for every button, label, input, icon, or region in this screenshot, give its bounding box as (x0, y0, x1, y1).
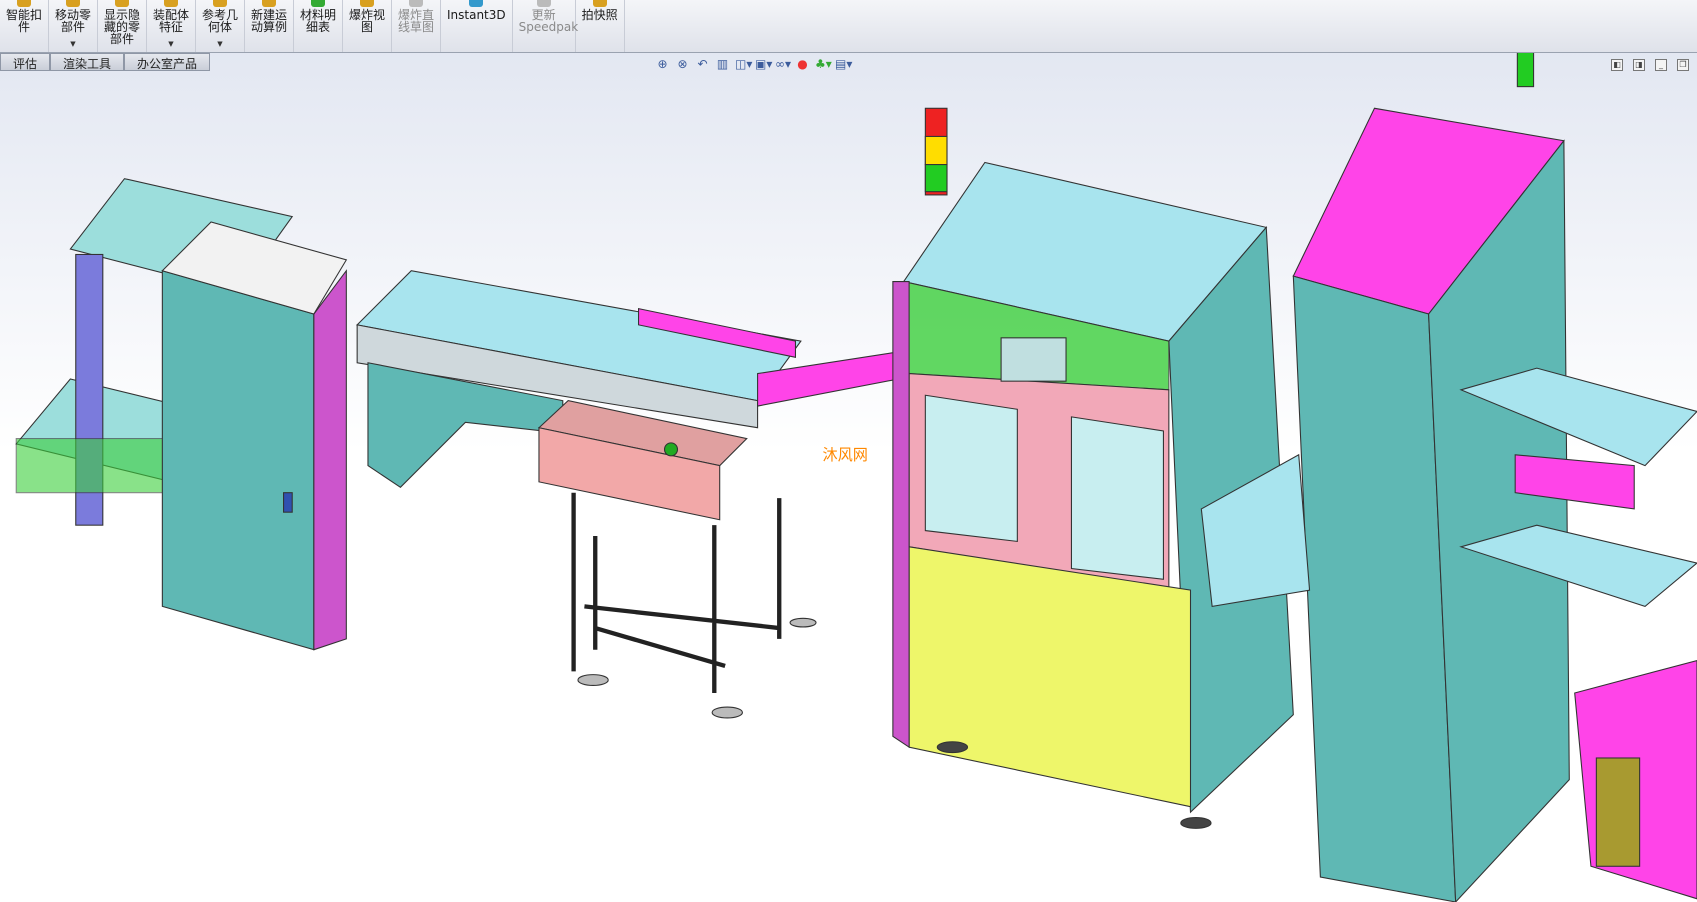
smart-fasteners-button[interactable]: 智能扣件 (0, 0, 49, 52)
edit-appearance-icon[interactable]: ● (795, 57, 810, 72)
section-view-icon[interactable]: ▥ (715, 57, 730, 72)
move-component-icon (66, 0, 80, 7)
smart-fasteners-icon (17, 0, 31, 7)
exploded-view-button[interactable]: 爆炸视图 (343, 0, 392, 52)
previous-view-icon[interactable]: ↶ (695, 57, 710, 72)
snapshot-icon (592, 0, 607, 7)
chevron-down-icon[interactable]: ▼ (70, 38, 75, 50)
tab-render-tools[interactable]: 渲染工具 (50, 53, 125, 71)
instant3d-icon (469, 0, 484, 7)
chevron-down-icon[interactable]: ▼ (217, 38, 222, 50)
bill-of-materials-button[interactable]: 材料明细表 (294, 0, 343, 52)
tile-horizontal-icon[interactable]: ◧ (1611, 59, 1623, 71)
update-speedpak-button[interactable]: 更新Speedpak (513, 0, 578, 52)
motion-study-icon (262, 0, 276, 7)
move-component-button[interactable]: 移动零部件 ▼ (49, 0, 98, 52)
restore-icon[interactable]: ❐ (1677, 59, 1689, 71)
reference-geometry-icon (213, 0, 227, 7)
apply-scene-icon[interactable]: ♣▾ (815, 57, 832, 72)
show-hidden-components-button[interactable]: 显示隐藏的零部件 (98, 0, 147, 52)
assembly-features-button[interactable]: 装配体特征 ▼ (147, 0, 196, 52)
tab-office-products[interactable]: 办公室产品 (124, 53, 211, 71)
heads-up-view-toolbar: ⊕ ⊗ ↶ ▥ ◫▾ ▣▾ ∞▾ ● ♣▾ ▤▾ (655, 57, 852, 72)
view-settings-icon[interactable]: ▤▾ (835, 57, 852, 72)
take-snapshot-button[interactable]: 拍快照 (576, 0, 625, 52)
3d-viewport[interactable]: 沐风网 (0, 0, 1697, 902)
tab-evaluate[interactable]: 评估 (0, 53, 51, 71)
tile-vertical-icon[interactable]: ◨ (1633, 59, 1645, 71)
chevron-down-icon[interactable]: ▼ (168, 38, 173, 50)
window-controls: ◧ ◨ _ ❐ (1611, 59, 1689, 71)
command-manager: 智能扣件 移动零部件 ▼ 显示隐藏的零部件 装配体特征 ▼ 参考几何体 ▼ 新建运动算… (0, 0, 1697, 53)
hide-show-items-icon[interactable]: ∞▾ (775, 57, 791, 72)
reference-geometry-button[interactable]: 参考几何体 ▼ (196, 0, 245, 52)
new-motion-study-button[interactable]: 新建运动算例 (245, 0, 294, 52)
watermark: 沐风网 (823, 446, 868, 464)
explode-line-icon (409, 0, 423, 7)
instant3d-button[interactable]: Instant3D (441, 0, 513, 52)
zoom-to-area-icon[interactable]: ⊗ (675, 57, 690, 72)
speedpak-icon (536, 0, 551, 7)
show-hidden-icon (115, 0, 129, 7)
explode-line-sketch-button[interactable]: 爆炸直线草图 (392, 0, 441, 52)
exploded-view-icon (360, 0, 374, 7)
display-style-icon[interactable]: ▣▾ (755, 57, 772, 72)
view-orientation-icon[interactable]: ◫▾ (735, 57, 752, 72)
bom-icon (311, 0, 325, 7)
zoom-to-fit-icon[interactable]: ⊕ (655, 57, 670, 72)
minimize-icon[interactable]: _ (1655, 59, 1667, 71)
command-tabs: 评估 渲染工具 办公室产品 (0, 53, 211, 71)
assembly-features-icon (164, 0, 178, 7)
